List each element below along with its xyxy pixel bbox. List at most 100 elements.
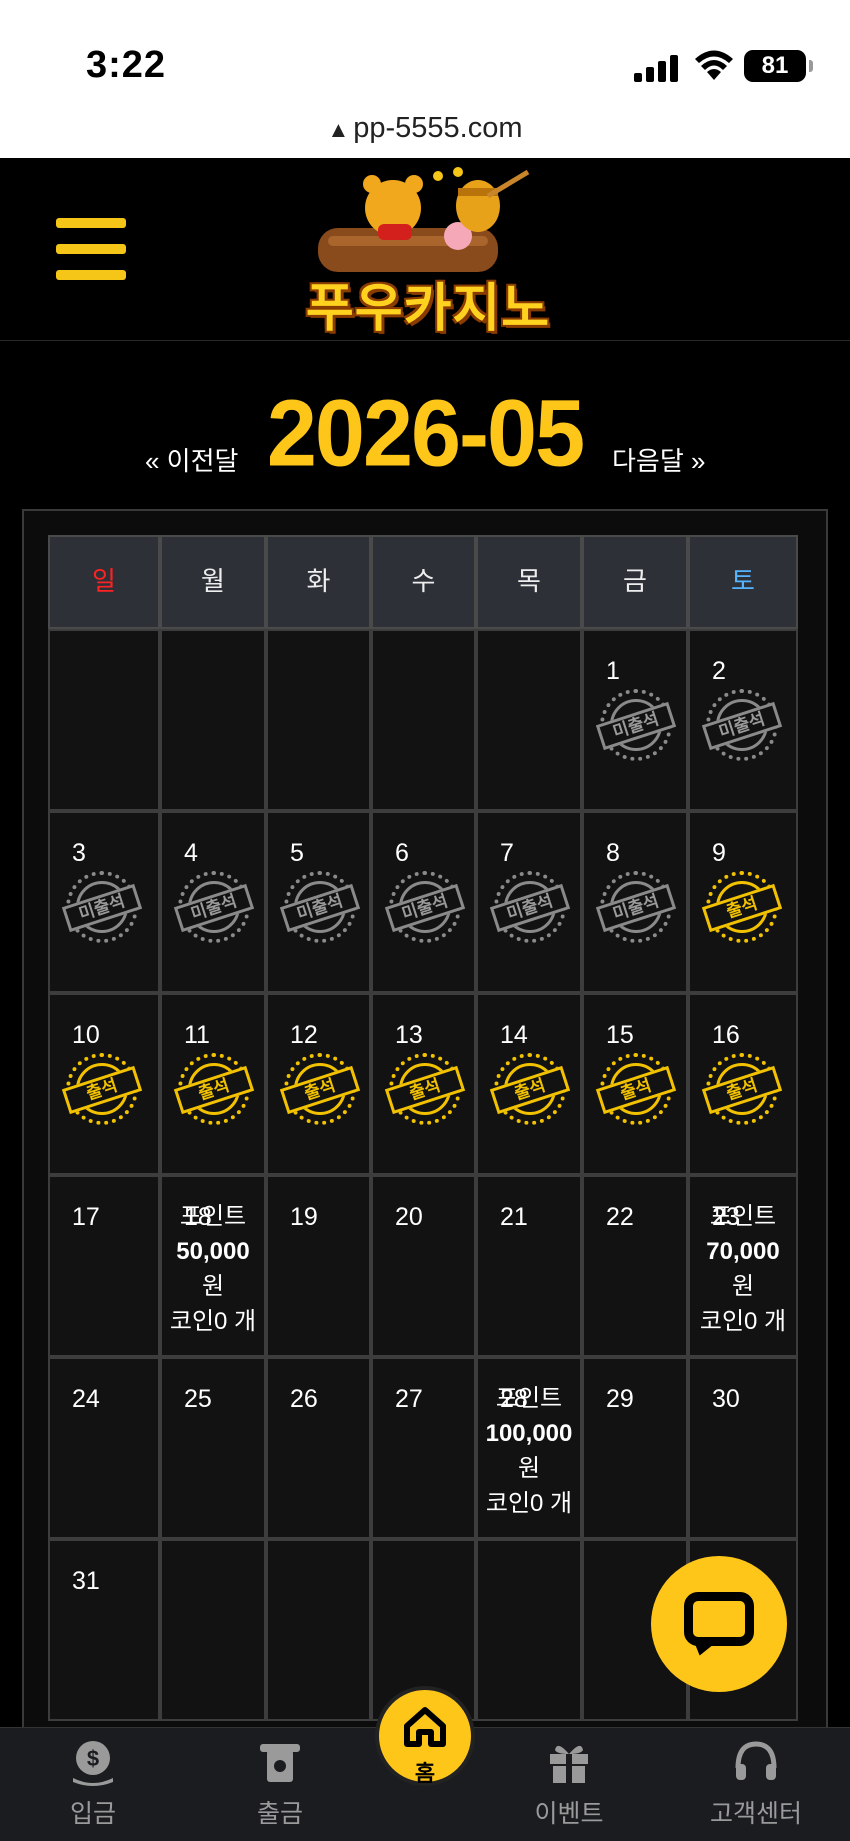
calendar-day-cell[interactable]: 2 미출석 [688, 629, 798, 811]
calendar-day-cell[interactable]: 1 미출석 [582, 629, 688, 811]
reward-amount: 100,000 [485, 1420, 573, 1447]
calendar-week-row: 17 18 포인트 50,000 원 코인0 개 19 20 21 22 23 포인트 70,000 원 코… [48, 1175, 806, 1357]
day-number: 19 [290, 1203, 318, 1231]
weekday-tue: 화 [266, 535, 371, 629]
calendar-day-cell[interactable]: 20 [371, 1175, 476, 1357]
day-number: 29 [606, 1385, 634, 1413]
svg-text:$: $ [87, 1746, 99, 1771]
day-number: 5 [290, 839, 304, 867]
calendar-empty-cell [48, 629, 160, 811]
calendar-day-cell[interactable]: 26 [266, 1357, 371, 1539]
calendar-day-cell[interactable]: 24 [48, 1357, 160, 1539]
attended-stamp-icon: 출석 [279, 1053, 361, 1125]
calendar-day-cell[interactable]: 23 포인트 70,000 원 코인0 개 [688, 1175, 798, 1357]
calendar-day-cell[interactable]: 11 출석 [160, 993, 266, 1175]
calendar-day-cell[interactable]: 28 포인트 100,000 원 코인0 개 [476, 1357, 582, 1539]
attended-stamp-icon: 출석 [61, 1053, 143, 1125]
calendar-day-cell[interactable]: 10 출석 [48, 993, 160, 1175]
calendar-day-cell[interactable]: 16 출석 [688, 993, 798, 1175]
calendar-day-cell[interactable]: 3 미출석 [48, 811, 160, 993]
calendar-day-cell[interactable]: 4 미출석 [160, 811, 266, 993]
weekday-mon: 월 [160, 535, 266, 629]
nav-support-label: 고객센터 [709, 1800, 802, 1828]
nav-support[interactable]: 고객센터 [696, 1738, 816, 1830]
absent-stamp-icon: 미출석 [384, 871, 466, 943]
day-number: 15 [606, 1021, 634, 1049]
day-number: 11 [184, 1021, 210, 1049]
calendar-day-cell[interactable]: 31 [48, 1539, 160, 1721]
calendar-day-cell[interactable]: 7 미출석 [476, 811, 582, 993]
attended-stamp-icon: 출석 [595, 1053, 677, 1125]
reward-info: 포인트 70,000 원코인0 개 [690, 1199, 796, 1339]
site-logo[interactable]: 푸우카지노 [298, 166, 558, 338]
status-bar: 3:22 81 [0, 0, 850, 98]
reward-label: 포인트 [179, 1203, 247, 1230]
calendar-day-cell[interactable]: 6 미출석 [371, 811, 476, 993]
headset-icon [735, 1741, 777, 1780]
reward-amount: 70,000 [706, 1238, 780, 1265]
nav-deposit[interactable]: $ 입금 [33, 1738, 153, 1830]
next-month-link[interactable]: 다음달 » [612, 441, 705, 478]
reward-label: 포인트 [709, 1203, 777, 1230]
day-number: 17 [72, 1203, 100, 1231]
nav-home[interactable]: 홈 [375, 1686, 475, 1786]
attended-stamp-icon: 출석 [701, 871, 783, 943]
url-bar[interactable]: ▲ pp-5555.com [0, 98, 850, 158]
absent-stamp-icon: 미출석 [489, 871, 571, 943]
day-number: 10 [72, 1021, 100, 1049]
calendar-day-cell[interactable]: 12 출석 [266, 993, 371, 1175]
calendar-day-cell[interactable]: 13 출석 [371, 993, 476, 1175]
day-number: 8 [606, 839, 620, 867]
nav-deposit-label: 입금 [69, 1800, 116, 1828]
day-number: 7 [500, 839, 514, 867]
day-number: 22 [606, 1203, 634, 1231]
calendar-empty-cell [160, 1539, 266, 1721]
reward-coin: 코인0 개 [699, 1308, 787, 1335]
attended-stamp-icon: 출석 [701, 1053, 783, 1125]
calendar-day-cell[interactable]: 18 포인트 50,000 원 코인0 개 [160, 1175, 266, 1357]
logo-text: 푸우카지노 [305, 280, 551, 338]
menu-icon[interactable] [56, 218, 126, 280]
calendar-day-cell[interactable]: 22 [582, 1175, 688, 1357]
day-number: 21 [500, 1203, 528, 1231]
calendar-day-cell[interactable]: 8 미출석 [582, 811, 688, 993]
battery-icon: 81 [744, 50, 813, 82]
reward-unit: 원 [731, 1273, 755, 1300]
day-number: 3 [72, 839, 86, 867]
calendar-day-cell[interactable]: 19 [266, 1175, 371, 1357]
warning-icon: ▲ [327, 117, 350, 142]
nav-withdraw[interactable]: 출금 [220, 1738, 340, 1830]
day-number: 24 [72, 1385, 100, 1413]
weekday-sun: 일 [48, 535, 160, 629]
calendar-week-row: 24 25 26 27 28 포인트 100,000 원 코인0 개 29 30 [48, 1357, 806, 1539]
absent-stamp-icon: 미출석 [61, 871, 143, 943]
calendar-day-cell[interactable]: 17 [48, 1175, 160, 1357]
attendance-calendar: 일 월 화 수 목 금 토 1 미출석 2 미출석 3 미출석 4 미출석 5 미출석 6 미출석 7 미… [22, 509, 828, 1729]
nav-withdraw-label: 출금 [256, 1800, 303, 1828]
absent-stamp-icon: 미출석 [595, 689, 677, 761]
nav-event[interactable]: 이벤트 [509, 1738, 629, 1830]
weekday-thu: 목 [476, 535, 582, 629]
calendar-day-cell[interactable]: 27 [371, 1357, 476, 1539]
calendar-day-cell[interactable]: 25 [160, 1357, 266, 1539]
calendar-day-cell[interactable]: 21 [476, 1175, 582, 1357]
calendar-day-cell[interactable]: 30 [688, 1357, 798, 1539]
status-time: 3:22 [86, 44, 167, 86]
prev-month-link[interactable]: « 이전달 [145, 441, 238, 478]
calendar-day-cell[interactable]: 15 출석 [582, 993, 688, 1175]
calendar-day-cell[interactable]: 14 출석 [476, 993, 582, 1175]
reward-amount: 50,000 [176, 1238, 250, 1265]
chat-button[interactable] [651, 1556, 787, 1692]
attended-stamp-icon: 출석 [173, 1053, 255, 1125]
calendar-body: 1 미출석 2 미출석 3 미출석 4 미출석 5 미출석 6 미출석 7 미출석 8 미출석 9 출석 10 출석 1… [48, 629, 806, 1721]
calendar-week-row: 1 미출석 2 미출석 [48, 629, 806, 811]
nav-home-label: 홈 [414, 1761, 436, 1786]
reward-info: 포인트 50,000 원 코인0 개 [162, 1199, 264, 1339]
calendar-day-cell[interactable]: 29 [582, 1357, 688, 1539]
calendar-day-cell[interactable]: 9 출석 [688, 811, 798, 993]
calendar-empty-cell [266, 629, 371, 811]
attended-stamp-icon: 출석 [384, 1053, 466, 1125]
month-title: 2026-05 [266, 381, 585, 487]
calendar-week-row: 10 출석 11 출석 12 출석 13 출석 14 출석 15 출석 16 출석 [48, 993, 806, 1175]
calendar-day-cell[interactable]: 5 미출석 [266, 811, 371, 993]
